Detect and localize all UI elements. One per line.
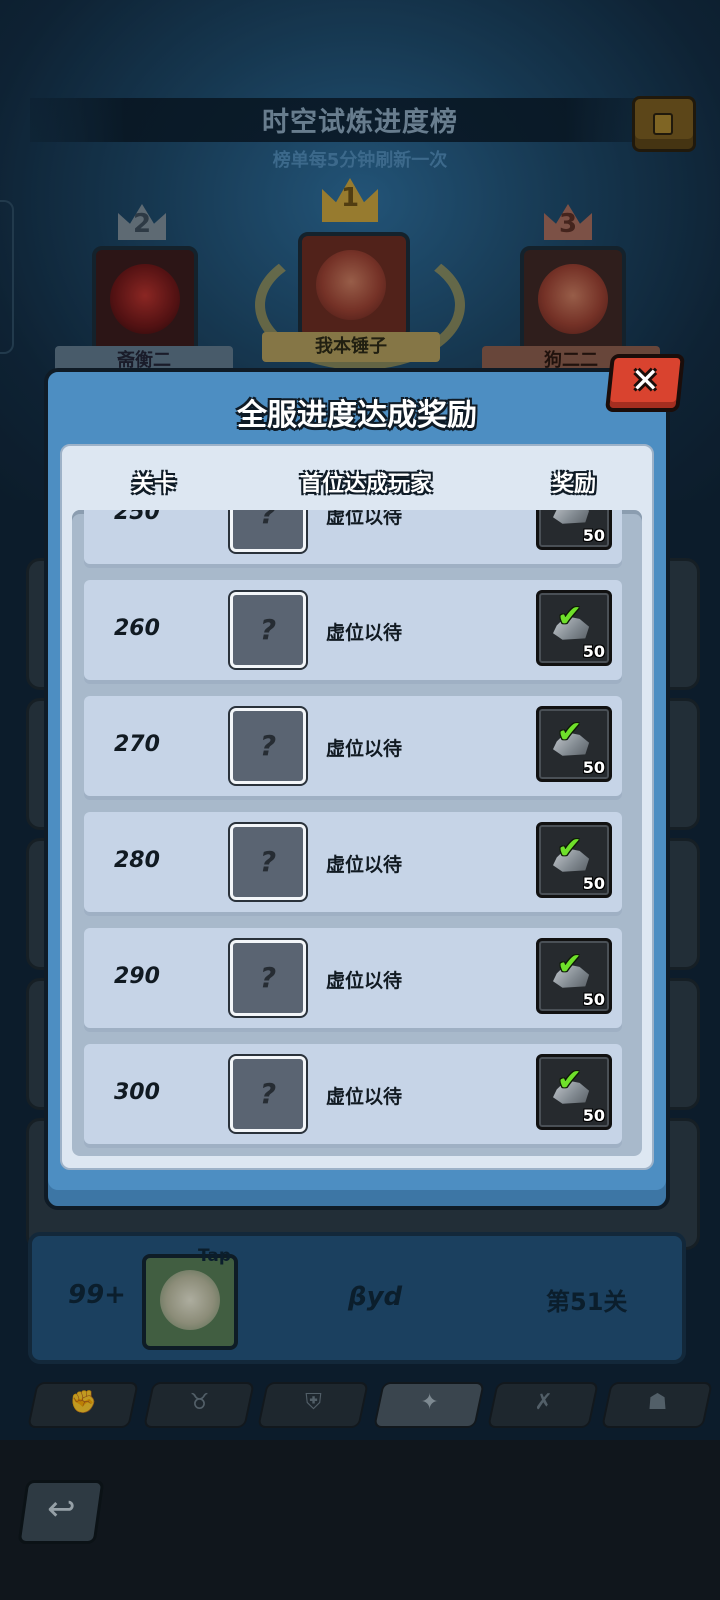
check-icon: ✔ — [557, 599, 583, 634]
rewards-modal: 全服进度达成奖励 关卡 首位达成玩家 奖励 250 ? 虚位以待 ✔ 50 26… — [44, 368, 670, 1210]
reward-count: 50 — [582, 874, 605, 893]
table-row: 270 ? 虚位以待 ✔ 50 — [84, 696, 622, 796]
rewards-panel: 关卡 首位达成玩家 奖励 250 ? 虚位以待 ✔ 50 260 ? 虚位以待 — [60, 444, 654, 1170]
row-status: 虚位以待 — [326, 738, 403, 760]
column-header-level: 关卡 — [132, 472, 177, 497]
reward-count: 50 — [582, 990, 605, 1009]
check-icon: ✔ — [557, 1063, 583, 1098]
modal-title: 全服进度达成奖励 — [237, 398, 477, 433]
table-row: 280 ? 虚位以待 ✔ 50 — [84, 812, 622, 912]
reward-count: 50 — [582, 642, 605, 661]
table-row: 300 ? 虚位以待 ✔ 50 — [84, 1044, 622, 1144]
question-mark-icon: ? — [259, 845, 277, 878]
check-icon: ✔ — [557, 947, 583, 982]
row-level: 290 — [114, 964, 160, 989]
reward-item[interactable]: ✔ 50 — [536, 706, 612, 782]
table-row: 250 ? 虚位以待 ✔ 50 — [84, 510, 622, 564]
rewards-list[interactable]: 250 ? 虚位以待 ✔ 50 260 ? 虚位以待 ✔ 50 — [72, 510, 642, 1156]
row-status: 虚位以待 — [326, 854, 403, 876]
row-status: 虚位以待 — [326, 510, 403, 528]
row-level: 250 — [114, 510, 160, 525]
table-row: 290 ? 虚位以待 ✔ 50 — [84, 928, 622, 1028]
column-header-reward: 奖励 — [552, 472, 597, 497]
player-slot[interactable]: ? — [230, 592, 306, 668]
reward-count: 50 — [582, 526, 605, 545]
question-mark-icon: ? — [259, 1077, 277, 1110]
reward-item[interactable]: ✔ 50 — [536, 938, 612, 1014]
question-mark-icon: ? — [259, 961, 277, 994]
reward-count: 50 — [582, 1106, 605, 1125]
column-header-player: 首位达成玩家 — [300, 472, 433, 497]
player-slot[interactable]: ? — [230, 1056, 306, 1132]
reward-item[interactable]: ✔ 50 — [536, 590, 612, 666]
reward-item[interactable]: ✔ 50 — [536, 510, 612, 550]
check-icon: ✔ — [557, 831, 583, 866]
question-mark-icon: ? — [259, 613, 277, 646]
row-level: 260 — [114, 616, 160, 641]
player-slot[interactable]: ? — [230, 510, 306, 552]
close-icon: ✕ — [630, 361, 660, 401]
table-row: 260 ? 虚位以待 ✔ 50 — [84, 580, 622, 680]
reward-item[interactable]: ✔ 50 — [536, 822, 612, 898]
row-level: 270 — [114, 732, 160, 757]
question-mark-icon: ? — [259, 510, 277, 530]
player-slot[interactable]: ? — [230, 940, 306, 1016]
player-slot[interactable]: ? — [230, 824, 306, 900]
question-mark-icon: ? — [259, 729, 277, 762]
row-level: 280 — [114, 848, 160, 873]
row-status: 虚位以待 — [326, 1086, 403, 1108]
row-status: 虚位以待 — [326, 970, 403, 992]
player-slot[interactable]: ? — [230, 708, 306, 784]
reward-count: 50 — [582, 758, 605, 777]
check-icon: ✔ — [557, 715, 583, 750]
close-button[interactable]: ✕ — [604, 354, 686, 412]
row-status: 虚位以待 — [326, 622, 403, 644]
row-level: 300 — [114, 1080, 160, 1105]
reward-item[interactable]: ✔ 50 — [536, 1054, 612, 1130]
check-icon: ✔ — [557, 510, 582, 518]
